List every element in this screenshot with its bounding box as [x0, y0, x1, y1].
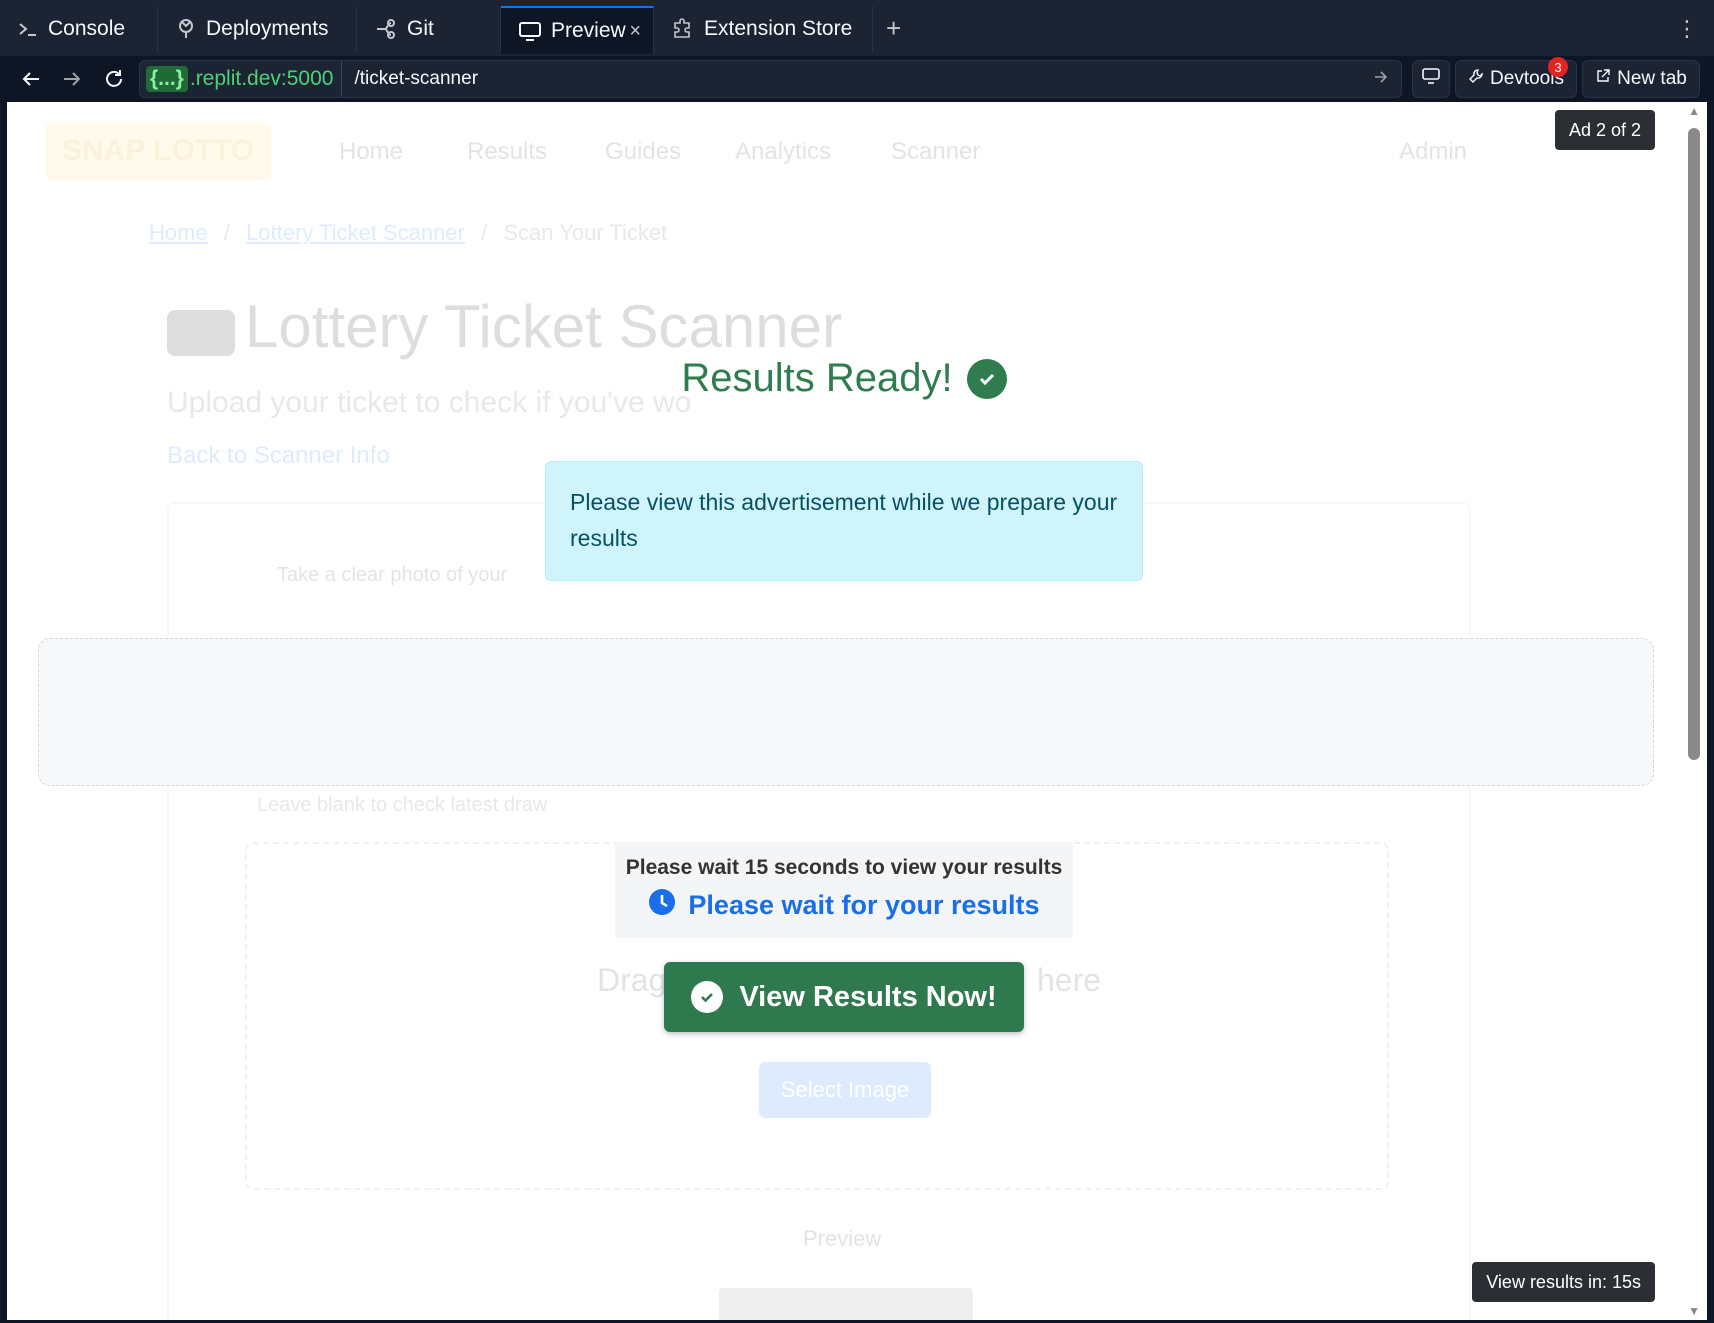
deployments-icon — [176, 18, 196, 40]
devtools-button[interactable]: Devtools 3 — [1455, 57, 1577, 98]
address-bar[interactable]: {...} .replit.dev:5000 /ticket-scanner — [139, 60, 1402, 98]
breadcrumb-separator: / — [223, 220, 230, 245]
draw-hint: Leave blank to check latest draw — [257, 794, 548, 816]
preview-viewport: SNAP LOTTO Home Results Guides Analytics… — [7, 102, 1707, 1320]
ad-counter-badge: Ad 2 of 2 — [1554, 110, 1655, 150]
scrollbar-thumb[interactable] — [1688, 128, 1700, 760]
device-preview-button[interactable] — [1412, 60, 1450, 98]
workspace-tab-bar: Console Deployments Git Preview × Extens… — [0, 0, 1714, 56]
url-host-braces: {...} — [146, 66, 188, 92]
results-ready-heading: Results Ready! — [7, 356, 1681, 401]
open-new-tab-button[interactable]: New tab — [1582, 60, 1700, 98]
wait-countdown-text: Please wait 15 seconds to view your resu… — [625, 856, 1063, 879]
check-circle-icon — [691, 981, 724, 1013]
back-arrow-icon[interactable] — [14, 62, 48, 96]
new-tab-plus-icon[interactable]: + — [886, 14, 901, 42]
terminal-icon — [18, 19, 38, 39]
preview-toolbar: {...} .replit.dev:5000 /ticket-scanner D… — [0, 56, 1714, 100]
git-icon — [375, 19, 397, 39]
tab-extension-store[interactable]: Extension Store — [654, 6, 873, 52]
url-path-input[interactable]: /ticket-scanner — [342, 68, 1373, 90]
info-text: Take a clear photo of your — [277, 564, 508, 586]
drag-text: Drag — [597, 962, 667, 998]
view-results-label: View Results Now! — [739, 980, 997, 1013]
preview-label: Preview — [803, 1226, 882, 1251]
breadcrumb-current: Scan Your Ticket — [503, 220, 668, 245]
advertisement-slot[interactable] — [38, 638, 1654, 786]
preview-image — [719, 1288, 973, 1320]
reload-icon[interactable] — [97, 62, 131, 96]
breadcrumb-separator: / — [481, 220, 488, 245]
puzzle-icon — [672, 18, 694, 40]
ticket-icon — [167, 310, 235, 356]
wait-notice: Please wait 15 seconds to view your resu… — [615, 842, 1073, 938]
tab-label: Preview — [551, 19, 626, 42]
results-ready-text: Results Ready! — [681, 356, 953, 400]
tab-label: Extension Store — [704, 17, 853, 40]
more-options-icon[interactable]: ⋮ — [1676, 18, 1698, 40]
tab-console[interactable]: Console — [0, 6, 158, 52]
nav-results[interactable]: Results — [467, 138, 547, 166]
check-circle-icon — [966, 358, 1007, 399]
go-arrow-icon[interactable] — [1373, 69, 1389, 90]
url-host: {...} .replit.dev:5000 — [140, 61, 343, 97]
new-tab-label: New tab — [1617, 68, 1687, 89]
select-image-button[interactable]: Select Image — [759, 1062, 931, 1118]
site-logo[interactable]: SNAP LOTTO — [45, 122, 271, 180]
nav-guides[interactable]: Guides — [605, 138, 681, 166]
tab-preview[interactable]: Preview × — [501, 6, 654, 54]
ad-info-alert: Please view this advertisement while we … — [545, 461, 1143, 581]
tab-label: Deployments — [206, 17, 329, 40]
breadcrumb-scanner[interactable]: Lottery Ticket Scanner — [246, 220, 465, 245]
tab-label: Console — [48, 17, 126, 40]
view-results-button[interactable]: View Results Now! — [664, 962, 1024, 1032]
external-link-icon — [1595, 68, 1611, 90]
preview-scrollbar[interactable]: ▲ ▼ — [1681, 102, 1707, 1320]
back-to-scanner-link[interactable]: Back to Scanner Info — [167, 442, 390, 470]
tab-deployments[interactable]: Deployments — [158, 6, 357, 52]
wrench-icon — [1468, 68, 1484, 90]
breadcrumb-home[interactable]: Home — [149, 220, 208, 245]
drag-text-end: here — [1037, 962, 1102, 998]
monitor-icon — [519, 21, 541, 41]
page-title: Lottery Ticket Scanner — [245, 293, 842, 360]
nav-scanner[interactable]: Scanner — [891, 138, 980, 166]
forward-arrow-icon[interactable] — [55, 62, 89, 96]
nav-analytics[interactable]: Analytics — [735, 138, 831, 166]
tab-git[interactable]: Git — [357, 6, 501, 52]
wait-status-text: Please wait for your results — [688, 890, 1040, 920]
scroll-down-icon[interactable]: ▼ — [1688, 1304, 1700, 1318]
nav-admin[interactable]: Admin — [1399, 138, 1467, 166]
wait-status: Please wait for your results — [615, 888, 1073, 923]
scroll-up-icon[interactable]: ▲ — [1688, 104, 1700, 118]
url-host-suffix: .replit.dev:5000 — [189, 67, 334, 90]
monitor-icon — [1422, 67, 1440, 91]
devtools-count-badge: 3 — [1548, 57, 1568, 77]
tab-label: Git — [407, 17, 434, 40]
clock-icon — [648, 888, 676, 923]
breadcrumb: Home / Lottery Ticket Scanner / Scan You… — [149, 220, 667, 246]
results-timer-badge: View results in: 15s — [1472, 1262, 1655, 1302]
close-icon[interactable]: × — [629, 20, 641, 43]
nav-home[interactable]: Home — [339, 138, 403, 166]
